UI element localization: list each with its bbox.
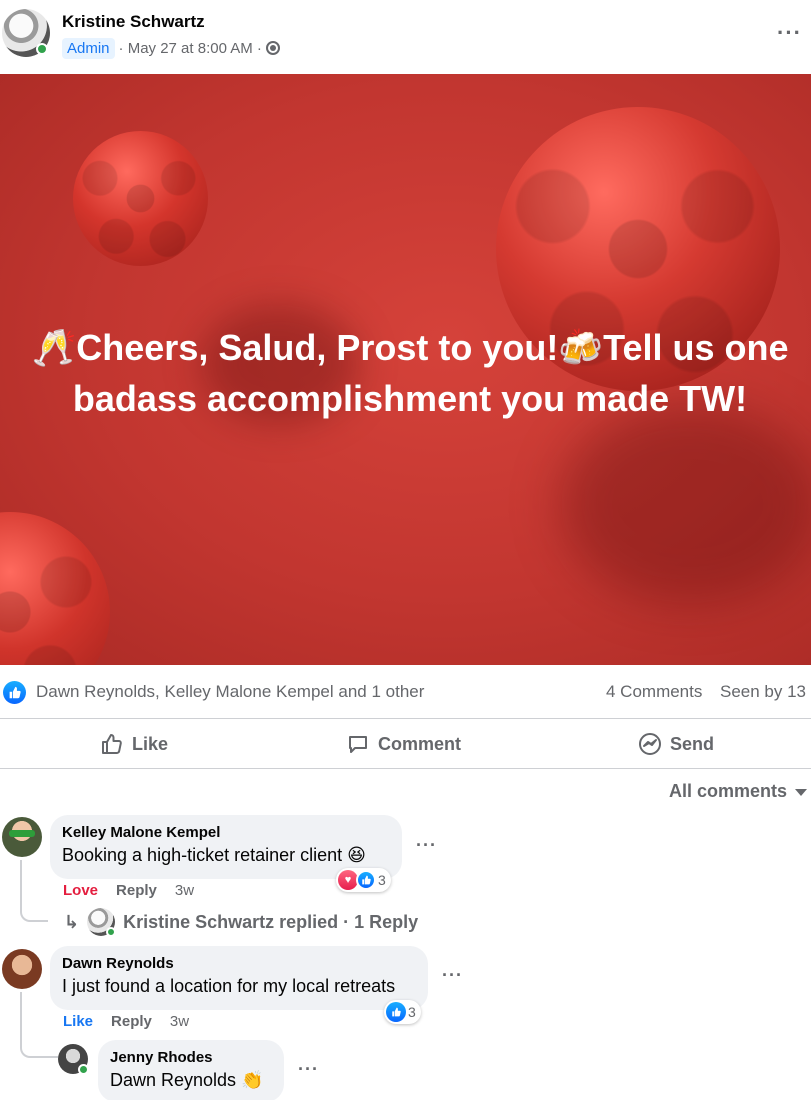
post-options-icon[interactable]: ··· [777,22,802,44]
comment-button[interactable]: Comment [346,728,461,760]
reply-author-avatar[interactable] [58,1044,89,1075]
reply-bubble: Jenny Rhodes Dawn Reynolds 👏 [98,1040,284,1100]
comment-filter-dropdown[interactable]: All comments [669,781,808,802]
like-reaction-icon [356,870,376,890]
comment-actions: Like Reply 3w [63,1013,189,1030]
love-reaction-label[interactable]: Love [63,882,98,899]
online-status-dot [36,43,48,55]
comment-author[interactable]: Kelley Malone Kempel [62,823,390,843]
post-image[interactable]: 🥂Cheers, Salud, Prost to you!🍻Tell us on… [0,74,811,665]
divider [0,718,811,719]
reply-author-avatar [87,908,117,937]
post-actions: Like Comment Send [0,720,811,768]
messenger-icon [639,733,661,755]
reply-text: Dawn Reynolds 👏 [110,1070,264,1090]
comment-options-icon[interactable]: ··· [416,836,437,854]
thumbs-up-icon [102,734,122,754]
online-status-dot [78,1064,89,1075]
author-name[interactable]: Kristine Schwartz [62,12,205,32]
comments-count[interactable]: 4 Comments [606,682,702,702]
post-header: Kristine Schwartz Admin · May 27 at 8:00… [0,0,811,72]
view-replies-link[interactable]: ↳ Kristine Schwartz replied · 1 Reply [64,908,419,937]
reply-link[interactable]: Reply [111,1013,152,1030]
reply-link[interactable]: Reply [116,882,157,899]
replies-summary: Kristine Schwartz replied · 1 Reply [123,911,419,932]
soccer-ball-image [0,512,110,665]
post-image-text: 🥂Cheers, Salud, Prost to you!🍻Tell us on… [20,322,800,424]
comment-button-label: Comment [378,733,462,754]
chevron-down-icon [795,789,808,796]
like-reaction-label[interactable]: Like [63,1013,93,1030]
comment-time[interactable]: 3w [170,1013,189,1030]
send-button[interactable]: Send [638,728,714,760]
like-reaction-icon [386,1002,406,1022]
reactors-list[interactable]: Dawn Reynolds, Kelley Malone Kempel and … [36,682,424,702]
comment-options-icon[interactable]: ··· [442,966,463,984]
comment-author[interactable]: Dawn Reynolds [62,954,416,974]
divider [0,768,811,769]
reply-options-icon[interactable]: ··· [298,1060,319,1078]
reply-arrow-icon: ↳ [64,911,80,932]
comment-icon [349,736,367,753]
comment-filter-label: All comments [669,781,788,801]
like-reaction-icon[interactable] [3,681,26,704]
love-reaction-icon: ♥ [338,870,358,890]
reply-author[interactable]: Jenny Rhodes [110,1048,272,1068]
reaction-count: 3 [408,1004,416,1020]
post-image-text-line: badass accomplishment you made TW! [72,378,748,419]
commenter-avatar[interactable] [2,817,42,857]
soccer-ball-image [73,131,208,266]
like-button[interactable]: Like [100,728,168,760]
seen-by-count[interactable]: Seen by 13 [720,682,806,702]
like-button-label: Like [132,733,169,754]
comment-text: I just found a location for my local ret… [62,976,396,996]
online-status-dot [106,927,117,937]
comment-bubble: Dawn Reynolds I just found a location fo… [50,946,428,1010]
comment-actions: Love Reply 3w [63,882,194,899]
commenter-avatar[interactable] [2,949,42,989]
comment-reactions[interactable]: 3 [384,1000,421,1024]
comment-time[interactable]: 3w [175,882,194,899]
post-meta: Admin · May 27 at 8:00 AM · [62,37,280,59]
post-image-text-line: 🥂Cheers, Salud, Prost to you!🍻Tell us on… [31,327,789,368]
thread-line [20,860,48,922]
send-button-label: Send [670,733,715,754]
post-timestamp[interactable]: · May 27 at 8:00 AM · [119,40,262,57]
globe-icon [265,41,280,55]
reactions-summary: Dawn Reynolds, Kelley Malone Kempel and … [0,675,811,711]
comment-reactions[interactable]: ♥ 3 [336,868,391,892]
reaction-count: 3 [378,872,386,888]
author-avatar[interactable] [2,9,50,57]
admin-badge: Admin [62,37,115,59]
comment-text: Booking a high-ticket retainer client 😆 [62,845,366,865]
image-shadow [560,404,811,604]
